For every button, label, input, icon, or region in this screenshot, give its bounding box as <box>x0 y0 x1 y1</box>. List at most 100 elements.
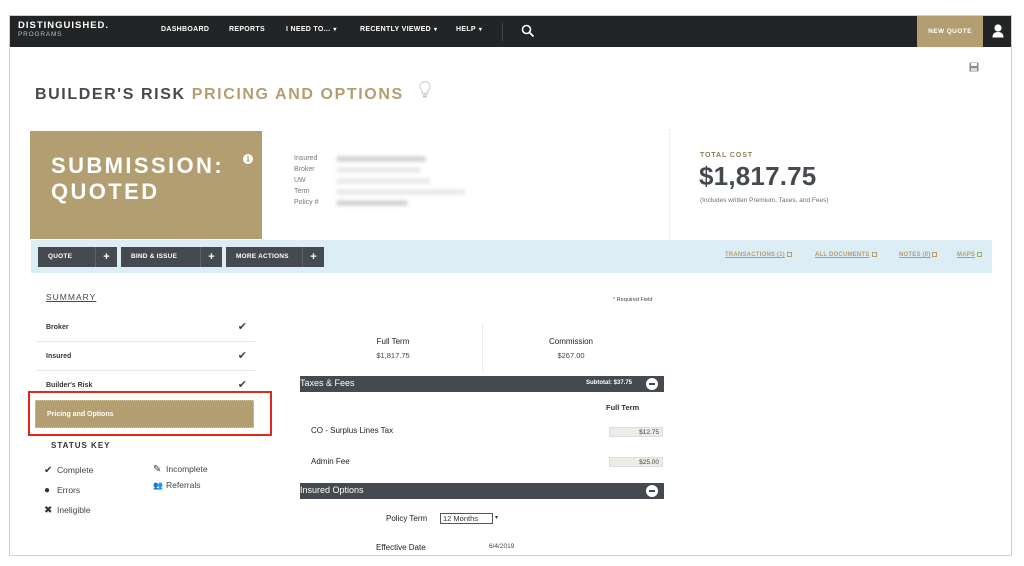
meta-row-insured: Insured <box>294 153 466 164</box>
insured-options-section-header[interactable]: Insured Options <box>300 483 664 499</box>
users-icon: 👥 <box>153 481 163 490</box>
collapse-icon[interactable] <box>646 378 658 390</box>
total-cost-label: TOTAL COST <box>700 152 753 159</box>
user-menu-button[interactable] <box>983 16 1011 47</box>
meta-row-broker: Broker <box>294 164 466 175</box>
taxes-subtotal: Subtotal: $37.75 <box>585 380 632 386</box>
submission-status-panel: SUBMISSION: QUOTED i <box>30 131 262 239</box>
fee-name: CO - Surplus Lines Tax <box>311 426 394 435</box>
nav-recently-viewed[interactable]: RECENTLY VIEWED ▾ <box>360 26 437 33</box>
status-key-incomplete: ✎ Incomplete <box>153 464 208 475</box>
transactions-link[interactable]: TRANSACTIONS (1) <box>725 252 792 258</box>
required-field-label: Required Field <box>616 297 653 303</box>
policy-term-label: Policy Term <box>386 514 428 523</box>
maps-link-label: MAPS <box>957 252 976 259</box>
status-key-title: STATUS KEY <box>51 441 111 450</box>
user-icon <box>992 24 1004 38</box>
page-title-section: PRICING AND OPTIONS <box>191 86 404 103</box>
fee-name: Admin Fee <box>311 457 350 466</box>
transactions-link-label: TRANSACTIONS (1) <box>725 252 785 259</box>
summary-link[interactable]: SUMMARY <box>46 292 96 302</box>
full-term-label: Full Term <box>376 337 410 346</box>
nav-dashboard-label: DASHBOARD <box>161 26 210 33</box>
sidebar-item-pricing-and-options[interactable]: Pricing and Options <box>35 400 254 428</box>
logo[interactable]: DISTINGUISHED. PROGRAMS <box>18 21 109 39</box>
divider <box>482 324 483 372</box>
notes-link-label: NOTES (0) <box>899 252 931 259</box>
nav-divider <box>502 23 503 41</box>
error-icon: ● <box>44 485 51 496</box>
nav-i-need-to-label: I NEED TO... <box>286 26 331 33</box>
meta-label: Broker <box>294 166 315 173</box>
status-key-referrals: 👥 Referrals <box>153 480 200 490</box>
chevron-down-icon: ▾ <box>333 27 337 33</box>
submission-status-line2: QUOTED <box>51 179 160 204</box>
nav-i-need-to[interactable]: I NEED TO... ▾ <box>286 26 337 33</box>
plus-icon[interactable]: + <box>200 247 222 267</box>
meta-row-uw: UW <box>294 175 466 186</box>
sidebar-item-broker[interactable]: Broker ✔ <box>35 314 255 342</box>
effective-date-label: Effective Date <box>376 543 426 552</box>
app-window: DISTINGUISHED. PROGRAMS DASHBOARD REPORT… <box>9 15 1012 556</box>
section-title: Insured Options <box>300 485 364 495</box>
save-icon[interactable] <box>969 62 979 72</box>
quote-button[interactable]: QUOTE + <box>38 247 117 267</box>
redacted-value <box>336 166 421 173</box>
taxes-fees-section-header[interactable]: Taxes & Fees Subtotal: $37.75 <box>300 376 664 392</box>
chevron-down-icon: ▾ <box>478 27 483 33</box>
meta-label: Insured <box>294 155 318 162</box>
sidebar-item-insured[interactable]: Insured ✔ <box>35 343 255 371</box>
full-term-value: $1,817.75 <box>376 351 410 360</box>
chevron-down-icon[interactable]: ▾ <box>495 514 498 521</box>
logo-line1: DISTINGUISHED. <box>18 20 110 31</box>
submission-meta: Insured Broker UW Term Policy # <box>294 153 466 208</box>
collapse-icon[interactable] <box>646 485 658 497</box>
bind-issue-button[interactable]: BIND & ISSUE + <box>121 247 222 267</box>
check-icon: ✔ <box>44 465 53 476</box>
action-bar: QUOTE + BIND & ISSUE + MORE ACTIONS + TR… <box>31 240 992 273</box>
pencil-icon: ✎ <box>153 464 162 475</box>
sidebar-item-builders-risk[interactable]: Builder's Risk ✔ <box>35 372 255 400</box>
redacted-value <box>336 177 431 184</box>
lightbulb-icon[interactable] <box>418 80 432 100</box>
check-icon: ✔ <box>237 379 247 391</box>
check-icon: ✔ <box>237 321 247 333</box>
nav-reports[interactable]: REPORTS <box>229 26 265 33</box>
nav-help[interactable]: HELP ▾ <box>456 26 482 33</box>
logo-line2: PROGRAMS <box>18 31 63 38</box>
divider <box>669 129 670 239</box>
more-actions-button[interactable]: MORE ACTIONS + <box>226 247 324 267</box>
more-actions-button-label: MORE ACTIONS <box>236 253 289 260</box>
meta-label: Policy # <box>294 199 319 206</box>
plus-icon[interactable]: + <box>302 247 324 267</box>
meta-label: UW <box>294 177 306 184</box>
plus-icon[interactable]: + <box>95 247 117 267</box>
search-icon[interactable] <box>521 24 535 38</box>
sidebar-item-label: Insured <box>46 353 72 360</box>
effective-date-value: 6/4/2019 <box>489 543 515 550</box>
nav-dashboard[interactable]: DASHBOARD <box>161 26 209 33</box>
new-quote-button[interactable]: NEW QUOTE <box>917 16 983 47</box>
expand-icon <box>871 252 877 257</box>
nav-help-label: HELP <box>456 26 476 33</box>
sidebar-item-label: Pricing and Options <box>47 411 114 418</box>
status-key-complete: ✔ Complete <box>44 465 93 476</box>
status-key-errors: ● Errors <box>44 485 80 496</box>
page-title-product: BUILDER'S RISK <box>35 86 186 103</box>
notes-link[interactable]: NOTES (0) <box>899 252 938 259</box>
fee-value-input[interactable]: $12.75 <box>609 427 663 437</box>
policy-term-select[interactable]: 12 Months <box>440 513 493 524</box>
fee-value-input[interactable]: $25.00 <box>609 457 663 467</box>
submission-status-line1: SUBMISSION: <box>51 153 225 178</box>
info-icon[interactable]: i <box>243 154 253 164</box>
status-key-label: Errors <box>57 485 81 495</box>
all-documents-link[interactable]: ALL DOCUMENTS <box>815 252 877 258</box>
required-field-note: * Required Field <box>613 297 652 303</box>
status-key-label: Complete <box>57 465 94 475</box>
maps-link[interactable]: MAPS <box>957 252 983 259</box>
submission-status: SUBMISSION: QUOTED <box>51 153 224 205</box>
chevron-down-icon: ▾ <box>434 27 438 33</box>
meta-row-policy: Policy # <box>294 197 466 208</box>
status-key-label: Incomplete <box>166 464 208 474</box>
redacted-value <box>336 155 426 162</box>
